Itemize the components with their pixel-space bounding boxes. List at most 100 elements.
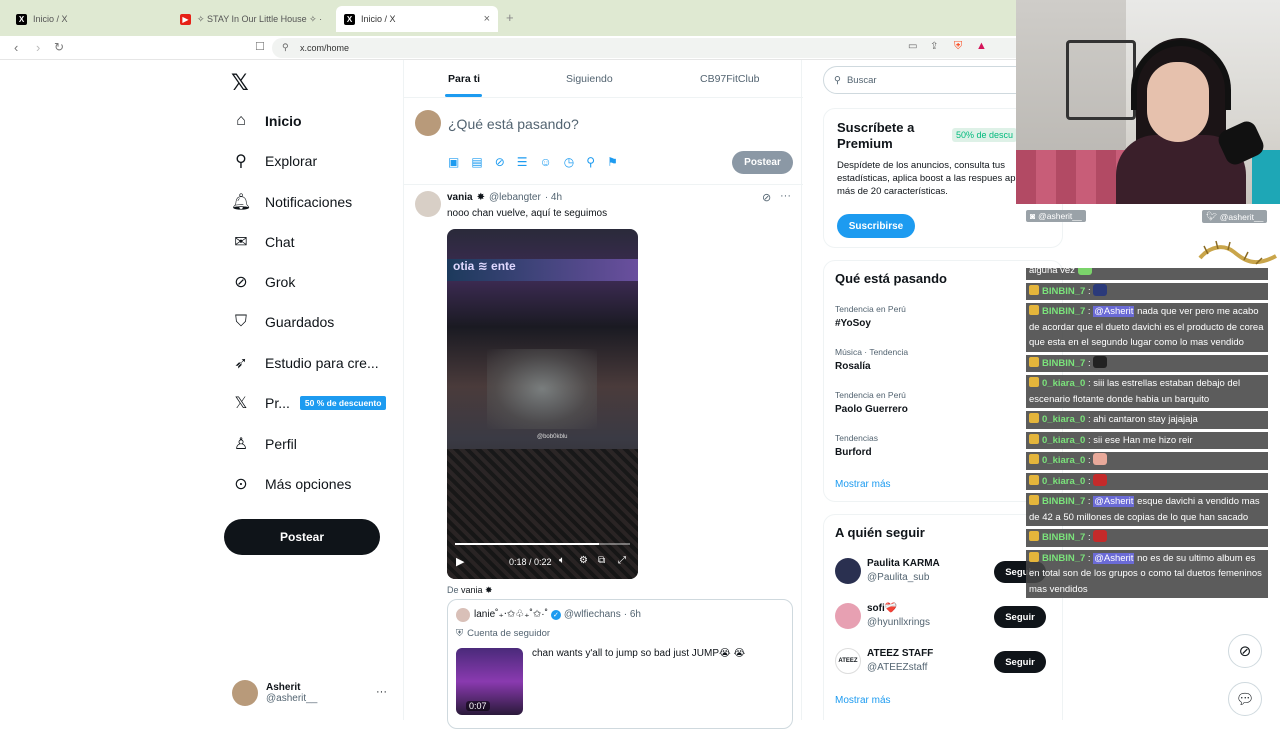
- quoted-tweet[interactable]: lanie˚₊‧✩♧₊˚✩·˚ ✓ @wlfiechans · 6h ⛨ Cue…: [447, 599, 793, 729]
- chat-message: 0_kiara_0 :: [1026, 472, 1268, 490]
- sidebar-item-chat[interactable]: ✉ Chat: [231, 232, 294, 252]
- brave-shield-icon[interactable]: ⛨: [954, 40, 962, 53]
- tweet-time[interactable]: · 4h: [545, 192, 562, 203]
- tab-para-ti[interactable]: Para ti: [448, 73, 480, 85]
- sidebar-item-label: Grok: [265, 274, 296, 290]
- sidebar-item-mas-opciones[interactable]: ⊙ Más opciones: [231, 474, 351, 494]
- tweet-header: vania ✸ @lebangter · 4h: [447, 192, 562, 203]
- grok-floating-button[interactable]: ⊘: [1228, 634, 1262, 668]
- video-stage: [487, 349, 597, 429]
- pip-icon[interactable]: ⧉: [598, 555, 605, 566]
- trend-item[interactable]: Música · Tendencia Rosalía: [835, 347, 908, 372]
- subscriber-badge-icon: [1029, 474, 1039, 485]
- poll-icon[interactable]: ☰: [517, 155, 528, 169]
- url-text: x.com/home: [300, 43, 350, 53]
- avatar[interactable]: [415, 191, 441, 217]
- sidebar-item-label: Pr...: [265, 395, 290, 411]
- forward-icon[interactable]: ›: [36, 40, 40, 55]
- site-info-icon[interactable]: ⚲: [282, 42, 289, 53]
- browser-tab-1[interactable]: X Inicio / X: [8, 8, 168, 30]
- name-tag-text: @asherit__: [1038, 211, 1082, 221]
- avatar: [835, 603, 861, 629]
- tweet-video[interactable]: otia ≋ ente @bob0kblu ▶ 0:18 / 0:22 🔈︎ ⚙…: [447, 229, 638, 579]
- flag-icon[interactable]: ⚑: [607, 155, 618, 169]
- video-controls: ▶ 0:18 / 0:22 🔈︎ ⚙ ⧉ ⤢: [447, 545, 638, 579]
- divider: [404, 184, 803, 185]
- grok-icon[interactable]: ⊘: [762, 191, 771, 204]
- close-tab-icon[interactable]: ×: [484, 13, 490, 25]
- play-icon[interactable]: ▶: [456, 555, 464, 568]
- sidebar-item-perfil[interactable]: ♙ Perfil: [231, 434, 297, 454]
- emote-icon: [1093, 355, 1108, 368]
- post-button[interactable]: Postear: [732, 151, 793, 174]
- trend-meta: Música · Tendencia: [835, 347, 909, 357]
- subscriber-badge-icon: [1029, 284, 1039, 295]
- show-more-trends-link[interactable]: Mostrar más: [835, 479, 891, 490]
- tab-cb97fitclub[interactable]: CB97FitClub: [700, 73, 760, 85]
- sidebar-item-explorar[interactable]: ⚲ Explorar: [231, 151, 317, 171]
- share-icon[interactable]: ⇪: [930, 41, 938, 52]
- streamer-name-tag: ◙ @asherit__: [1026, 210, 1086, 222]
- messages-floating-button[interactable]: 💬︎: [1228, 682, 1262, 716]
- chat-message: BINBIN_7 : @Asherit no es de su ultimo a…: [1026, 549, 1268, 598]
- sidebar-item-grok[interactable]: ⊘ Grok: [231, 272, 295, 292]
- trend-item[interactable]: Tendencia en Perú Paolo Guerrero: [835, 390, 908, 415]
- x-logo-icon[interactable]: 𝕏: [231, 70, 249, 96]
- settings-icon[interactable]: ⚙: [579, 555, 588, 566]
- chat-mention: @Asherit: [1093, 552, 1135, 564]
- brave-rewards-icon[interactable]: ▲: [976, 40, 987, 52]
- compose-input[interactable]: ¿Qué está pasando?: [448, 116, 579, 132]
- suggestion-handle: @ATEEZstaff: [867, 662, 928, 673]
- emoji-icon[interactable]: ☺: [540, 155, 552, 169]
- account-name: Asherit: [266, 682, 301, 693]
- account-more-icon[interactable]: ···: [376, 686, 387, 698]
- location-icon[interactable]: ⚲: [586, 155, 595, 169]
- avatar: ATEEZ: [835, 648, 861, 674]
- schedule-icon[interactable]: ◷: [564, 155, 574, 169]
- chat-username: 0_kiara_0: [1042, 414, 1086, 425]
- back-icon[interactable]: ‹: [14, 40, 18, 55]
- account-switcher[interactable]: Asherit @asherit__ ···: [232, 680, 387, 706]
- bookmark-page-icon[interactable]: ☐: [255, 40, 265, 53]
- chat-message: alguna vez: [1026, 268, 1268, 280]
- source-author[interactable]: vania ✸: [461, 585, 493, 595]
- volume-icon[interactable]: 🔈︎: [559, 555, 565, 566]
- gif-icon[interactable]: ▤: [471, 155, 482, 169]
- chat-text: :: [1087, 285, 1091, 297]
- cast-icon[interactable]: ▭: [908, 41, 917, 52]
- sidebar-item-inicio[interactable]: ⌂ Inicio: [231, 111, 302, 131]
- sidebar-item-label: Inicio: [265, 113, 302, 129]
- fullscreen-icon[interactable]: ⤢: [618, 555, 626, 566]
- tweet-author-handle[interactable]: @lebangter: [489, 192, 541, 203]
- subscribe-button[interactable]: Suscribirse: [837, 214, 915, 238]
- stream-chat: alguna vez BINBIN_7 : BINBIN_7 : @Asheri…: [1026, 268, 1268, 618]
- premium-discount-badge: 50% de descu: [952, 128, 1018, 142]
- new-tab-icon[interactable]: +: [506, 10, 514, 25]
- sidebar-item-guardados[interactable]: ⛉ Guardados: [231, 312, 334, 332]
- subscriber-badge-icon: [1029, 551, 1039, 562]
- quote-time: · 6h: [623, 609, 641, 620]
- browser-tab-3[interactable]: X Inicio / X ×: [336, 6, 498, 32]
- show-more-follow-link[interactable]: Mostrar más: [835, 695, 891, 706]
- media-icon[interactable]: ▣: [448, 155, 459, 169]
- quote-video-thumbnail[interactable]: 0:07: [456, 648, 523, 715]
- sidebar-item-premium[interactable]: 𝕏 Pr... 50 % de descuento: [231, 393, 387, 413]
- sidebar-item-notificaciones[interactable]: 🔔︎ Notificaciones: [231, 192, 352, 212]
- trend-item[interactable]: Tendencias Burford: [835, 433, 878, 458]
- follow-suggestion[interactable]: ATEEZ ATEEZ STAFF @ATEEZstaff Seguir: [824, 645, 1064, 685]
- reload-icon[interactable]: ↻: [54, 40, 64, 54]
- grok-icon[interactable]: ⊘: [495, 155, 505, 169]
- post-button[interactable]: Postear: [224, 519, 380, 555]
- trend-item[interactable]: Tendencia en Perú #YoSoy: [835, 304, 906, 329]
- sidebar-item-estudio[interactable]: ➶ Estudio para cre...: [231, 353, 378, 373]
- bookmark-icon: ⛉: [234, 313, 247, 330]
- tweet-author-name[interactable]: vania: [447, 192, 473, 203]
- follow-button[interactable]: Seguir: [994, 651, 1046, 673]
- chat-text: : ahi cantaron stay jajajaja: [1087, 414, 1198, 425]
- video-watermark: @bob0kblu: [537, 434, 568, 440]
- browser-tab-2[interactable]: ▶ ✧ STAY In Our Little House ✧ ·: [172, 8, 332, 30]
- source-prefix: De: [447, 585, 459, 595]
- tab-siguiendo[interactable]: Siguiendo: [566, 73, 613, 85]
- avatar: [835, 558, 861, 584]
- more-icon[interactable]: ···: [780, 190, 791, 202]
